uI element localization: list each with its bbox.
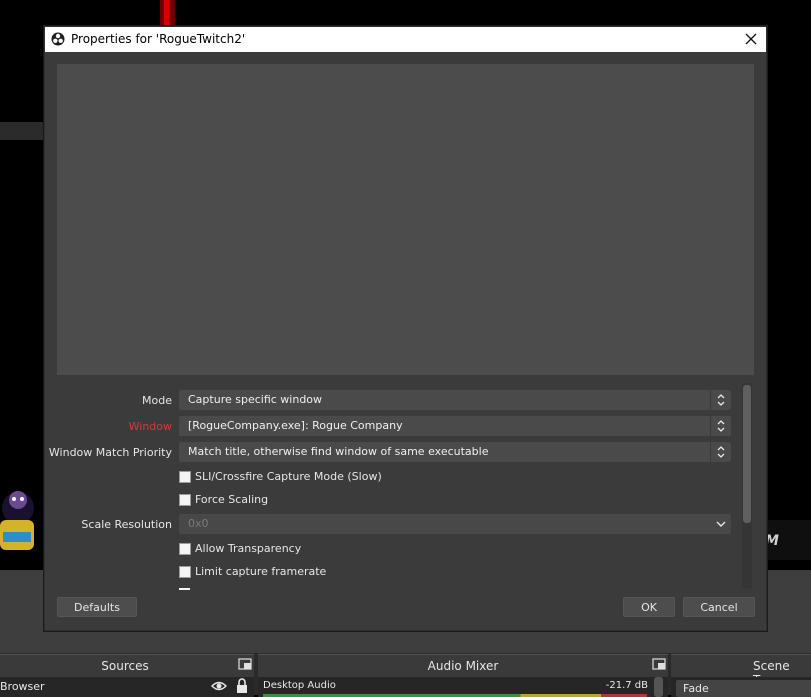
force-scaling-checkbox[interactable] [179, 494, 191, 506]
scale-resolution-select[interactable]: 0x0 [179, 514, 731, 534]
limit-framerate-checkbox[interactable] [179, 566, 191, 578]
obs-logo-icon [51, 32, 65, 46]
visibility-eye-icon[interactable] [211, 679, 227, 693]
limit-framerate-label[interactable]: Limit capture framerate [195, 565, 326, 578]
overlay-art-image [0, 491, 34, 550]
background-strip [0, 122, 45, 140]
mixer-channel: Desktop Audio -21.7 dB [258, 677, 668, 697]
allow-transparency-label[interactable]: Allow Transparency [195, 542, 301, 555]
sli-crossfire-checkbox[interactable] [179, 471, 191, 483]
properties-scrollbar-thumb[interactable] [743, 385, 751, 523]
sources-dock: Sources Browser [0, 654, 254, 697]
mode-label: Mode [142, 394, 172, 407]
close-icon [745, 33, 757, 45]
properties-dialog: Properties for 'RogueTwitch2' Mode Captu… [44, 26, 767, 631]
next-checkbox-partial [179, 588, 190, 590]
cancel-button[interactable]: Cancel [683, 597, 755, 617]
window-label: Window [128, 420, 172, 433]
transitions-content: Fade [671, 677, 811, 697]
sources-dock-title: Sources [101, 659, 149, 673]
window-select-value: [RogueCompany.exe]: Rogue Company [188, 419, 403, 432]
close-button[interactable] [736, 27, 766, 52]
chevron-down-icon [716, 521, 726, 527]
select-arrows [710, 442, 731, 462]
mixer-channel-name: Desktop Audio [263, 680, 336, 691]
preview-red-marker [160, 0, 175, 26]
match-priority-value: Match title, otherwise find window of sa… [188, 445, 489, 458]
defaults-button[interactable]: Defaults [57, 597, 137, 617]
ok-button[interactable]: OK [623, 597, 675, 617]
up-down-arrows-icon [717, 446, 725, 458]
source-item-label[interactable]: Browser [0, 680, 45, 693]
select-arrow [711, 514, 731, 534]
match-priority-label: Window Match Priority [48, 446, 172, 459]
float-dock-icon[interactable] [652, 658, 666, 670]
select-arrows [710, 390, 731, 410]
sli-crossfire-label[interactable]: SLI/Crossfire Capture Mode (Slow) [195, 470, 382, 483]
up-down-arrows-icon [717, 420, 725, 432]
window-select[interactable]: [RogueCompany.exe]: Rogue Company [179, 416, 731, 436]
dialog-title: Properties for 'RogueTwitch2' [71, 32, 246, 46]
audio-mixer-title: Audio Mixer [427, 659, 499, 673]
mixer-channel-level: -21.7 dB [605, 680, 648, 691]
scale-resolution-label: Scale Resolution [81, 518, 172, 531]
mixer-scrollbar[interactable] [654, 677, 663, 697]
up-down-arrows-icon [717, 394, 725, 406]
properties-form: Mode Capture specific window Window [Rog… [49, 384, 745, 594]
mode-select[interactable]: Capture specific window [179, 390, 731, 410]
sources-list: Browser [0, 677, 254, 697]
scale-resolution-value: 0x0 [188, 517, 209, 530]
float-dock-icon[interactable] [238, 658, 252, 670]
audio-mixer-dock: Audio Mixer Desktop Audio -21.7 dB [258, 654, 668, 697]
transition-select-value: Fade [683, 682, 709, 695]
force-scaling-label[interactable]: Force Scaling [195, 493, 268, 506]
match-priority-select[interactable]: Match title, otherwise find window of sa… [179, 442, 731, 462]
lock-icon[interactable] [236, 678, 248, 693]
allow-transparency-checkbox[interactable] [179, 543, 191, 555]
select-arrows [710, 416, 731, 436]
mode-select-value: Capture specific window [188, 393, 323, 406]
source-preview [57, 64, 754, 375]
dialog-titlebar[interactable]: Properties for 'RogueTwitch2' [45, 27, 766, 52]
scene-transitions-dock: Scene Trans Fade [671, 654, 811, 697]
